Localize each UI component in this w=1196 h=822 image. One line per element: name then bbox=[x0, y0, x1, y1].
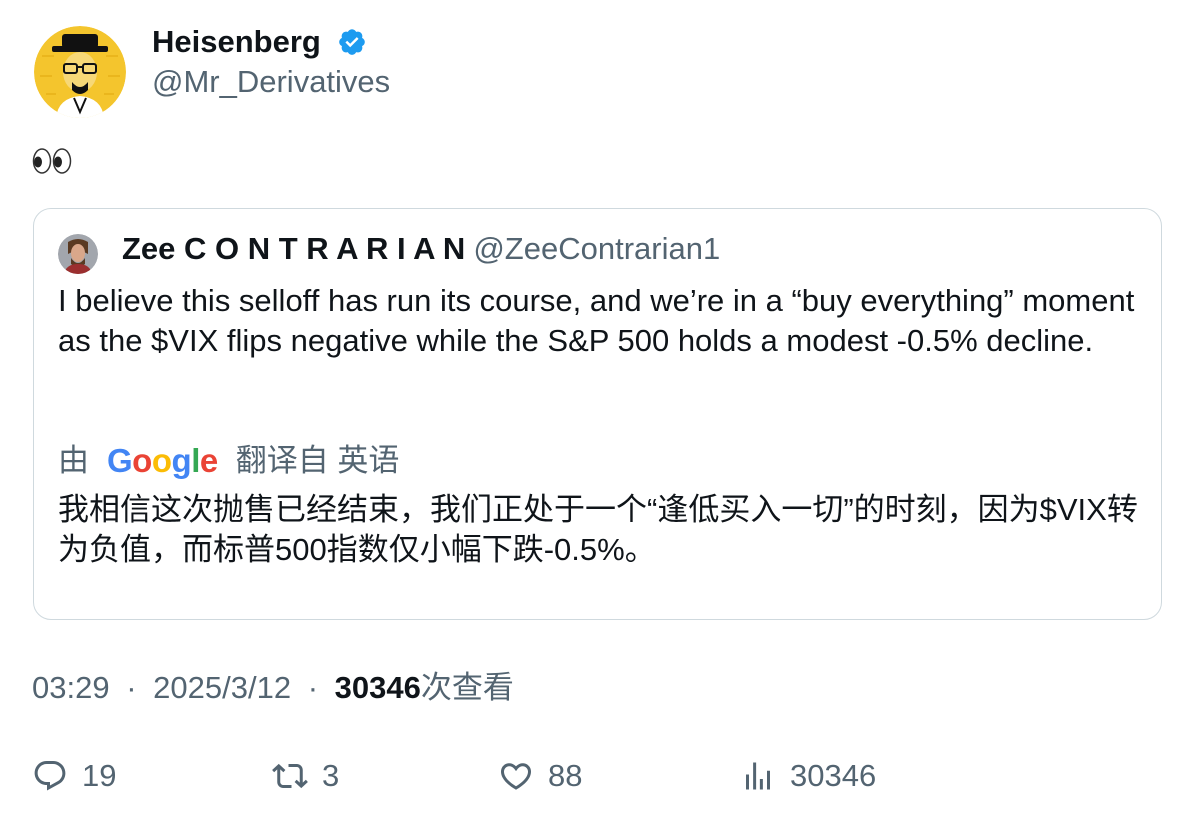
translated-from-label: 翻译自 英语 bbox=[235, 443, 400, 478]
author-name-text: Heisenberg bbox=[152, 24, 321, 59]
verified-badge-icon bbox=[337, 27, 367, 57]
quoted-author-handle: @ZeeContrarian1 bbox=[473, 231, 721, 266]
translated-tweet-text: 我相信这次抛售已经结束，我们正处于一个“逢低买入一切”的时刻，因为$VIX转为负… bbox=[58, 492, 1138, 567]
translation-attribution: 由 Google 翻译自 英语 bbox=[58, 439, 399, 483]
tweet-time[interactable]: 03:29 bbox=[32, 670, 110, 705]
quoted-tweet-card[interactable]: Zee C O N T R A R I A N @ZeeContrarian1 I… bbox=[33, 208, 1162, 620]
reply-icon bbox=[34, 761, 66, 791]
quoted-header: Zee C O N T R A R I A N @ZeeContrarian1 bbox=[122, 229, 720, 269]
quoted-author-name: Zee C O N T R A R I A N bbox=[122, 231, 466, 266]
reply-count: 19 bbox=[82, 758, 117, 793]
retweet-button[interactable]: 3 bbox=[272, 756, 339, 796]
tweet-meta: 03:29 · 2025/3/12 · 30346次查看 bbox=[32, 668, 514, 708]
reply-button[interactable]: 19 bbox=[32, 756, 116, 796]
meta-separator: · bbox=[307, 670, 319, 705]
quoted-tweet-text: I believe this selloff has run its cours… bbox=[58, 283, 1135, 358]
author-avatar[interactable] bbox=[34, 26, 126, 118]
author-handle[interactable]: @Mr_Derivatives bbox=[152, 62, 390, 102]
views-action-count: 30346 bbox=[790, 758, 877, 793]
views-label: 次查看 bbox=[420, 670, 514, 705]
quoted-author-avatar bbox=[58, 234, 98, 274]
heisenberg-avatar-icon bbox=[34, 26, 126, 118]
analytics-bar-chart-icon bbox=[746, 762, 770, 790]
author-name[interactable]: Heisenberg bbox=[152, 22, 367, 62]
google-logo: Google bbox=[107, 442, 218, 479]
like-button[interactable]: 88 bbox=[498, 756, 582, 796]
views-button[interactable]: 30346 bbox=[740, 756, 876, 796]
retweet-count: 3 bbox=[322, 758, 340, 793]
meta-separator: · bbox=[126, 670, 137, 705]
views-count: 30346 bbox=[334, 670, 421, 705]
translated-by-label: 由 bbox=[58, 443, 89, 478]
eyes-emoji-icon bbox=[32, 146, 72, 176]
heart-icon bbox=[500, 763, 532, 790]
tweet-date[interactable]: 2025/3/12 bbox=[153, 670, 291, 705]
like-count: 88 bbox=[548, 758, 583, 793]
retweet-icon bbox=[272, 763, 308, 789]
